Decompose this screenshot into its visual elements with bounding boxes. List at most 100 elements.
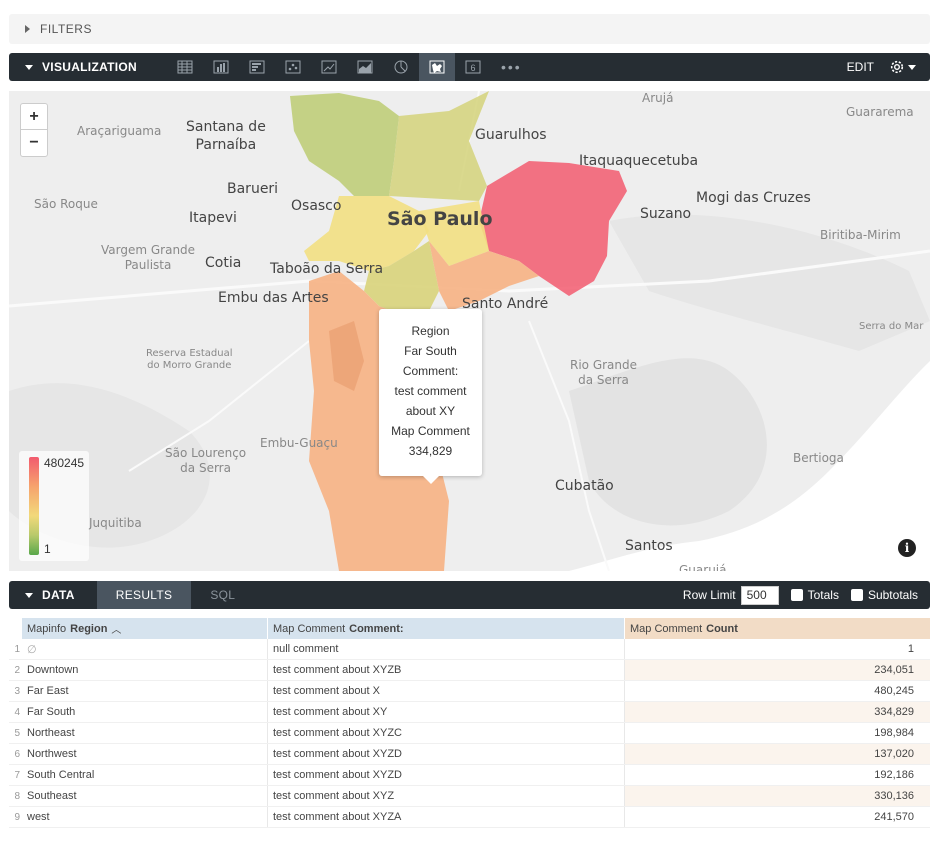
table-row: 5 Northeast test comment about XYZC 198,… xyxy=(9,723,930,744)
count-column-header[interactable]: Map Comment Count xyxy=(625,618,930,639)
comment-column-header[interactable]: Map Comment Comment: xyxy=(268,618,625,639)
map-icon[interactable] xyxy=(419,53,455,81)
region-cell: South Central xyxy=(22,765,268,785)
comment-cell: test comment about XYZC xyxy=(268,723,625,743)
table-row: 4 Far South test comment about XY 334,82… xyxy=(9,702,930,723)
comment-cell: test comment about XYZD xyxy=(268,765,625,785)
label-itapevi: Itapevi xyxy=(189,210,237,226)
count-cell: 334,829 xyxy=(625,702,930,722)
region-cell: Far South xyxy=(22,702,268,722)
legend-gradient xyxy=(29,457,39,555)
region-cell: Southeast xyxy=(22,786,268,806)
area-chart-icon[interactable] xyxy=(347,53,383,81)
settings-menu[interactable] xyxy=(889,59,916,75)
single-value-icon[interactable]: 6 xyxy=(455,53,491,81)
region-cell: ∅ xyxy=(22,639,268,659)
visualization-title[interactable]: VISUALIZATION xyxy=(42,60,137,74)
header-prefix: Mapinfo xyxy=(27,622,67,635)
label-cotia: Cotia xyxy=(205,255,242,271)
checkbox-box[interactable] xyxy=(850,589,863,601)
row-number: 7 xyxy=(14,769,20,781)
label-sao-roque: São Roque xyxy=(34,197,98,211)
count-cell: 330,136 xyxy=(625,786,930,806)
zoom-in-button[interactable]: + xyxy=(21,104,47,130)
region-cell: west xyxy=(22,807,268,827)
label-cubatao: Cubatão xyxy=(555,478,614,494)
label-serra-do-mar: Serra do Mar xyxy=(859,321,924,332)
header-prefix: Map Comment xyxy=(273,622,346,635)
caret-down-icon[interactable] xyxy=(25,64,33,70)
bar-chart-icon[interactable] xyxy=(239,53,275,81)
count-cell: 480,245 xyxy=(874,685,914,697)
more-options-icon[interactable]: ••• xyxy=(501,59,522,75)
row-limit-input[interactable]: 500 xyxy=(740,585,779,605)
region-tooltip: Region Far South Comment: test comment a… xyxy=(379,309,482,484)
row-limit-label: Row Limit xyxy=(682,588,736,602)
info-icon[interactable]: i xyxy=(898,539,916,557)
legend-min: 1 xyxy=(44,542,51,556)
table-row: 1 ∅ null comment 1 xyxy=(9,639,930,660)
count-cell: 198,984 xyxy=(874,727,914,739)
caret-down-icon[interactable] xyxy=(25,592,33,598)
label-rio-grande-da-serra: Rio Grande da Serra xyxy=(570,358,638,387)
svg-text:6: 6 xyxy=(470,63,475,73)
label-mogi-das-cruzes: Mogi das Cruzes xyxy=(696,190,811,206)
label-sao-paulo: São Paulo xyxy=(387,208,493,230)
map-view[interactable]: Santana de Parnaíba Guarulhos Arujá Guar… xyxy=(9,91,930,571)
label-suzano: Suzano xyxy=(640,206,692,222)
results-table: Mapinfo Region ︿ Map Comment Comment: Map … xyxy=(9,618,930,828)
count-cell: 192,186 xyxy=(874,769,914,781)
comment-cell: test comment about XYZ xyxy=(268,786,625,806)
region-cell: Northeast xyxy=(22,723,268,743)
row-number: 2 xyxy=(14,664,20,676)
label-embu-guacu: Embu-Guaçu xyxy=(260,436,338,450)
count-cell: 241,570 xyxy=(874,811,914,823)
region-column-header[interactable]: Mapinfo Region ︿ xyxy=(22,618,268,639)
tab-results[interactable]: RESULTS xyxy=(96,581,192,609)
table-row: 6 Northwest test comment about XYZD 137,… xyxy=(9,744,930,765)
tooltip-line: Map Comment xyxy=(391,424,470,438)
label-taboao-da-serra: Taboão da Serra xyxy=(270,261,384,277)
totals-checkbox[interactable]: Totals xyxy=(790,588,839,602)
row-number: 9 xyxy=(14,811,20,823)
subtotals-label: Subtotals xyxy=(867,588,918,602)
viz-type-toolbar: 6 ••• xyxy=(167,53,522,81)
comment-cell: null comment xyxy=(268,639,625,659)
tooltip-line: Far South xyxy=(404,344,457,358)
comment-cell: test comment about XYZD xyxy=(268,744,625,764)
label-osasco: Osasco xyxy=(291,198,342,214)
column-chart-icon[interactable] xyxy=(203,53,239,81)
comment-cell: test comment about XY xyxy=(268,702,625,722)
zoom-control: + − xyxy=(20,103,48,157)
line-chart-icon[interactable] xyxy=(311,53,347,81)
data-title[interactable]: DATA xyxy=(42,588,75,602)
tooltip-line: Region xyxy=(411,324,450,338)
edit-button[interactable]: EDIT xyxy=(847,60,874,74)
legend-max: 480245 xyxy=(44,456,85,470)
tab-sql[interactable]: SQL xyxy=(191,581,254,609)
header-field: Count xyxy=(706,622,738,635)
pie-chart-icon[interactable] xyxy=(383,53,419,81)
table-icon[interactable] xyxy=(167,53,203,81)
filters-bar[interactable]: FILTERS xyxy=(9,14,930,44)
row-limit-controls: Row Limit 500 Totals Subtotals xyxy=(683,581,930,609)
zoom-out-button[interactable]: − xyxy=(21,130,47,156)
sort-asc-icon[interactable]: ︿ xyxy=(111,621,121,636)
count-cell: 1 xyxy=(907,643,914,655)
comment-cell: test comment about XYZB xyxy=(268,660,625,680)
row-number: 6 xyxy=(14,748,20,760)
table-row: 7 South Central test comment about XYZD … xyxy=(9,765,930,786)
label-aruja: Arujá xyxy=(642,91,674,105)
label-embu-das-artes: Embu das Artes xyxy=(218,290,329,306)
table-row: 2 Downtown test comment about XYZB 234,0… xyxy=(9,660,930,681)
comment-cell: test comment about XYZA xyxy=(268,807,625,827)
subtotals-checkbox[interactable]: Subtotals xyxy=(850,588,918,602)
region-north xyxy=(389,91,489,201)
label-bertioga: Bertioga xyxy=(793,451,844,465)
scatter-icon[interactable] xyxy=(275,53,311,81)
row-number: 8 xyxy=(14,790,20,802)
checkbox-box[interactable] xyxy=(790,589,803,601)
label-juquitiba: Juquitiba xyxy=(89,516,142,530)
label-sao-lourenco-da-serra: São Lourenço da Serra xyxy=(165,446,247,475)
row-number: 1 xyxy=(14,643,20,655)
